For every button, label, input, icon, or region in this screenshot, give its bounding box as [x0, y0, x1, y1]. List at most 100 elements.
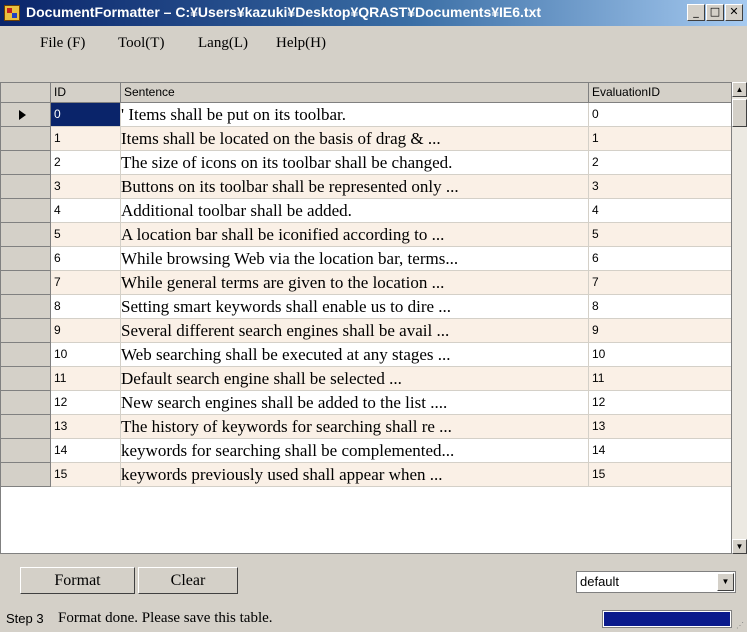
menu-file[interactable]: File (F)	[40, 35, 85, 52]
cell-id[interactable]: 9	[51, 319, 121, 343]
column-header-evaluation-id[interactable]: EvaluationID	[589, 83, 731, 103]
column-header-id[interactable]: ID	[51, 83, 121, 103]
row-header[interactable]	[1, 439, 51, 463]
maximize-button[interactable]: □	[706, 4, 724, 21]
row-header[interactable]	[1, 103, 51, 127]
cell-sentence[interactable]: A location bar shall be iconified accord…	[121, 223, 589, 247]
grid-corner-header[interactable]	[1, 83, 51, 103]
table-row[interactable]: 11 Default search engine shall be selecte…	[1, 367, 731, 391]
cell-evaluation-id[interactable]: 7	[589, 271, 731, 295]
row-header[interactable]	[1, 247, 51, 271]
cell-evaluation-id[interactable]: 8	[589, 295, 731, 319]
cell-evaluation-id[interactable]: 1	[589, 127, 731, 151]
row-header[interactable]	[1, 151, 51, 175]
row-header[interactable]	[1, 295, 51, 319]
cell-sentence[interactable]: Items shall be located on the basis of d…	[121, 127, 589, 151]
cell-id[interactable]: 11	[51, 367, 121, 391]
menu-help[interactable]: Help(H)	[276, 35, 326, 52]
row-header[interactable]	[1, 319, 51, 343]
vertical-scrollbar[interactable]: ▲ ▼	[732, 82, 747, 554]
table-row[interactable]: 1 Items shall be located on the basis of …	[1, 127, 731, 151]
cell-evaluation-id[interactable]: 11	[589, 367, 731, 391]
cell-id[interactable]: 3	[51, 175, 121, 199]
cell-sentence[interactable]: keywords previously used shall appear wh…	[121, 463, 589, 487]
cell-evaluation-id[interactable]: 2	[589, 151, 731, 175]
cell-sentence[interactable]: While general terms are given to the loc…	[121, 271, 589, 295]
table-row[interactable]: 13 The history of keywords for searching …	[1, 415, 731, 439]
cell-sentence[interactable]: Setting smart keywords shall enable us t…	[121, 295, 589, 319]
cell-sentence[interactable]: While browsing Web via the location bar,…	[121, 247, 589, 271]
table-row[interactable]: 6 While browsing Web via the location ba…	[1, 247, 731, 271]
row-header[interactable]	[1, 391, 51, 415]
column-header-sentence[interactable]: Sentence	[121, 83, 589, 103]
cell-evaluation-id[interactable]: 4	[589, 199, 731, 223]
cell-sentence[interactable]: New search engines shall be added to the…	[121, 391, 589, 415]
table-row[interactable]: 14 keywords for searching shall be compl…	[1, 439, 731, 463]
table-row[interactable]: 8 Setting smart keywords shall enable us…	[1, 295, 731, 319]
table-row[interactable]: 15 keywords previously used shall appear…	[1, 463, 731, 487]
table-row[interactable]: 9 Several different search engines shall…	[1, 319, 731, 343]
cell-evaluation-id[interactable]: 3	[589, 175, 731, 199]
row-header[interactable]	[1, 223, 51, 247]
cell-id[interactable]: 0	[51, 103, 121, 127]
cell-evaluation-id[interactable]: 14	[589, 439, 731, 463]
scroll-down-button[interactable]: ▼	[732, 539, 747, 554]
cell-id[interactable]: 12	[51, 391, 121, 415]
scroll-up-button[interactable]: ▲	[732, 82, 747, 97]
cell-sentence[interactable]: Additional toolbar shall be added.	[121, 199, 589, 223]
cell-id[interactable]: 13	[51, 415, 121, 439]
cell-sentence[interactable]: ' Items shall be put on its toolbar.	[121, 103, 589, 127]
table-row[interactable]: 0 ' Items shall be put on its toolbar. 0	[1, 103, 731, 127]
table-row[interactable]: 3 Buttons on its toolbar shall be represe…	[1, 175, 731, 199]
table-row[interactable]: 10 Web searching shall be executed at an…	[1, 343, 731, 367]
cell-id[interactable]: 10	[51, 343, 121, 367]
cell-evaluation-id[interactable]: 9	[589, 319, 731, 343]
cell-evaluation-id[interactable]: 5	[589, 223, 731, 247]
cell-sentence[interactable]: The size of icons on its toolbar shall b…	[121, 151, 589, 175]
format-button[interactable]: Format	[20, 567, 135, 594]
scroll-thumb[interactable]	[732, 99, 747, 127]
row-header[interactable]	[1, 271, 51, 295]
cell-sentence[interactable]: Buttons on its toolbar shall be represen…	[121, 175, 589, 199]
table-row[interactable]: 5 A location bar shall be iconified acco…	[1, 223, 731, 247]
cell-id[interactable]: 5	[51, 223, 121, 247]
cell-id[interactable]: 15	[51, 463, 121, 487]
cell-evaluation-id[interactable]: 6	[589, 247, 731, 271]
row-header[interactable]	[1, 199, 51, 223]
clear-button[interactable]: Clear	[138, 567, 238, 594]
row-header[interactable]	[1, 367, 51, 391]
template-select[interactable]: default ▼	[576, 571, 736, 593]
cell-evaluation-id[interactable]: 15	[589, 463, 731, 487]
cell-id[interactable]: 6	[51, 247, 121, 271]
app-icon[interactable]	[4, 5, 20, 21]
close-button[interactable]: ✕	[725, 4, 743, 21]
row-header[interactable]	[1, 127, 51, 151]
cell-id[interactable]: 8	[51, 295, 121, 319]
cell-sentence[interactable]: The history of keywords for searching sh…	[121, 415, 589, 439]
row-header[interactable]	[1, 415, 51, 439]
cell-id[interactable]: 4	[51, 199, 121, 223]
cell-sentence[interactable]: Default search engine shall be selected …	[121, 367, 589, 391]
cell-sentence[interactable]: Web searching shall be executed at any s…	[121, 343, 589, 367]
table-row[interactable]: 7 While general terms are given to the l…	[1, 271, 731, 295]
cell-id[interactable]: 14	[51, 439, 121, 463]
minimize-button[interactable]: _	[687, 4, 705, 21]
row-header[interactable]	[1, 343, 51, 367]
cell-id[interactable]: 7	[51, 271, 121, 295]
table-row[interactable]: 2 The size of icons on its toolbar shall …	[1, 151, 731, 175]
cell-evaluation-id[interactable]: 10	[589, 343, 731, 367]
cell-evaluation-id[interactable]: 0	[589, 103, 731, 127]
sentence-grid[interactable]: ID Sentence EvaluationID 0 ' Items shall …	[0, 82, 732, 554]
cell-id[interactable]: 2	[51, 151, 121, 175]
chevron-down-icon[interactable]: ▼	[717, 573, 734, 591]
table-row[interactable]: 4 Additional toolbar shall be added. 4	[1, 199, 731, 223]
cell-evaluation-id[interactable]: 13	[589, 415, 731, 439]
cell-sentence[interactable]: Several different search engines shall b…	[121, 319, 589, 343]
menu-tool[interactable]: Tool(T)	[118, 35, 164, 52]
cell-evaluation-id[interactable]: 12	[589, 391, 731, 415]
row-header[interactable]	[1, 175, 51, 199]
row-header[interactable]	[1, 463, 51, 487]
table-row[interactable]: 12 New search engines shall be added to …	[1, 391, 731, 415]
cell-sentence[interactable]: keywords for searching shall be compleme…	[121, 439, 589, 463]
menu-lang[interactable]: Lang(L)	[198, 35, 248, 52]
